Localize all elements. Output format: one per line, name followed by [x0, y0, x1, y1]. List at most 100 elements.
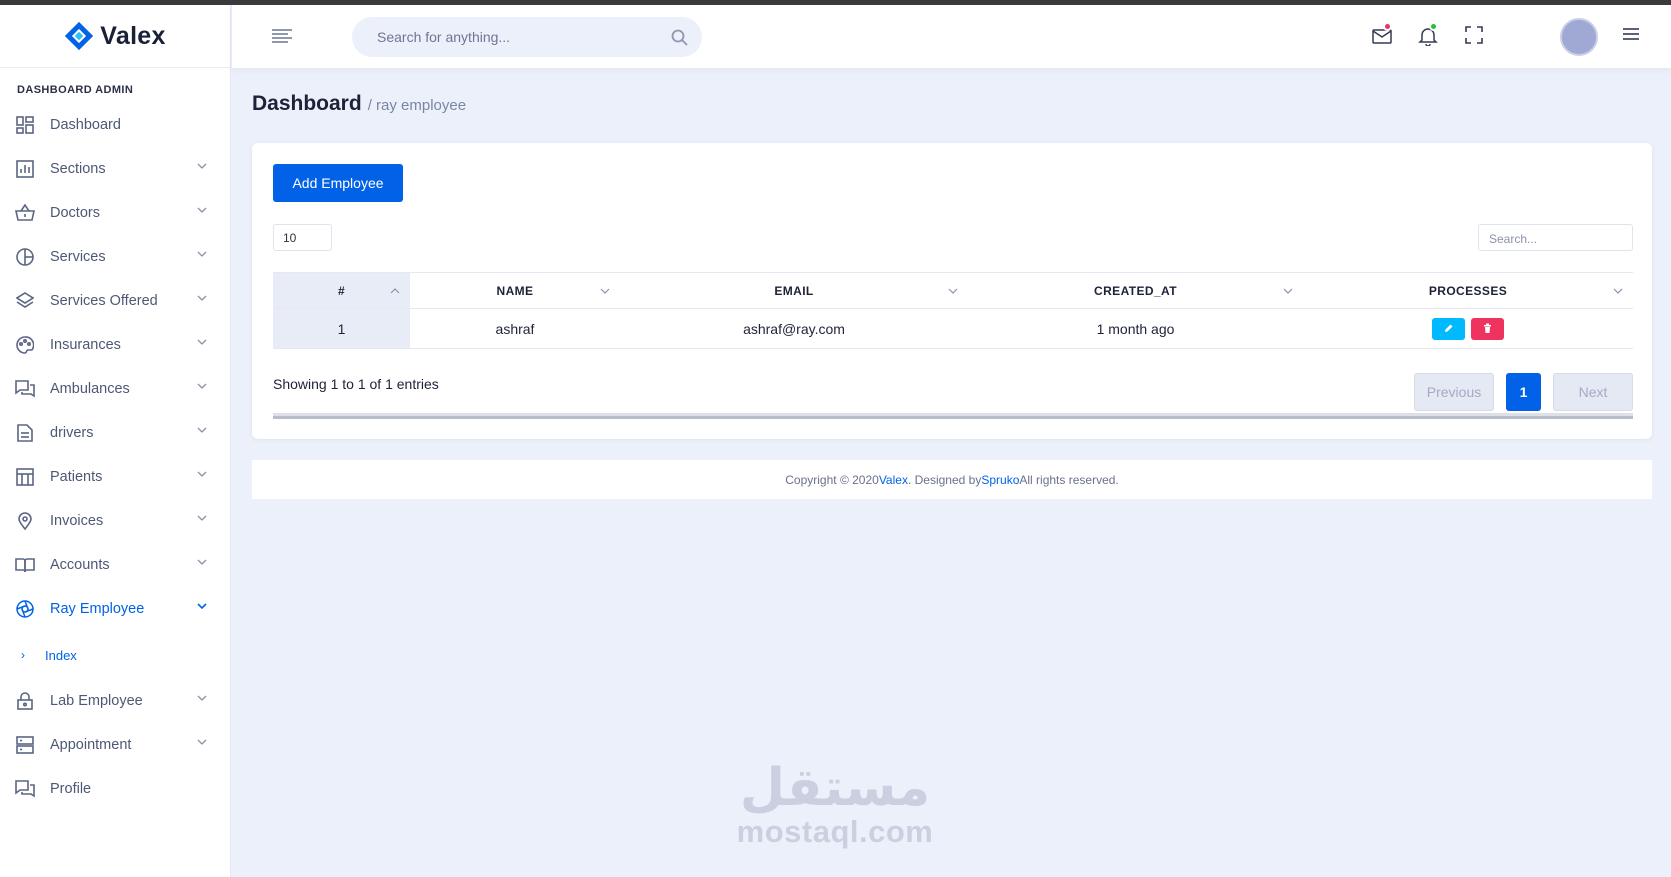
sidebar-item-ambulances[interactable]: Ambulances	[0, 367, 230, 411]
chevron-down-icon	[197, 339, 207, 345]
sidebar-item-insurances[interactable]: Insurances	[0, 323, 230, 367]
column-header-label: #	[337, 283, 346, 298]
sidebar-item-label: Profile	[50, 781, 92, 797]
sidebar-item-label: Lab Employee	[50, 693, 143, 709]
sidebar-item-services[interactable]: Services	[0, 235, 230, 279]
table-search-input[interactable]: Search...	[1478, 224, 1633, 251]
footer-copyright: Copyright © 2020	[785, 472, 879, 487]
user-avatar[interactable]	[1560, 18, 1598, 56]
column-header-created-at[interactable]: CREATED_AT	[968, 272, 1303, 309]
sort-asc-icon	[390, 288, 400, 294]
sidebar-item-services-offered[interactable]: Services Offered	[0, 279, 230, 323]
chat-icon	[15, 379, 35, 399]
watermark-arabic: مستقل	[739, 758, 931, 818]
sidebar-item-label: drivers	[50, 425, 94, 441]
column-header-label: EMAIL	[774, 283, 814, 298]
pagination-previous[interactable]: Previous	[1414, 373, 1494, 411]
mail-icon[interactable]	[1372, 22, 1392, 46]
horizontal-scrollbar[interactable]	[273, 413, 1633, 419]
sidebar-item-invoices[interactable]: Invoices	[0, 499, 230, 543]
sidebar-item-ray-employee[interactable]: Ray Employee	[0, 587, 230, 631]
sidebar-item-label: Doctors	[50, 205, 100, 221]
sidebar-item-label: Appointment	[50, 737, 132, 753]
book-icon	[15, 555, 35, 575]
palette-icon	[15, 335, 35, 355]
page-length-select[interactable]: 10	[273, 224, 332, 251]
breadcrumb: Dashboard / ray employee	[252, 92, 466, 116]
column-header-id[interactable]: #	[273, 272, 410, 309]
sidebar-item-doctors[interactable]: Doctors	[0, 191, 230, 235]
chevron-down-icon	[197, 739, 207, 745]
cell-id: 1	[273, 308, 410, 349]
chevron-down-icon	[197, 427, 207, 433]
footer-brand-link[interactable]: Valex	[879, 473, 908, 487]
table-icon	[15, 467, 35, 487]
trash-icon	[1483, 323, 1491, 333]
brand-logo[interactable]: Valex	[0, 5, 230, 68]
chevron-down-icon	[197, 295, 207, 301]
sidebar: Valex DASHBOARD ADMIN Dashboard Sections…	[0, 5, 231, 877]
column-header-label: CREATED_AT	[1094, 283, 1177, 298]
chevron-down-icon	[197, 603, 207, 610]
employees-table: # NAME EMAIL CREATED_AT PROCESSES 1 ashr…	[273, 272, 1633, 349]
pagination-page-1[interactable]: 1	[1506, 373, 1541, 411]
chevron-down-icon	[197, 515, 207, 521]
basket-icon	[15, 203, 35, 223]
sidebar-item-patients[interactable]: Patients	[0, 455, 230, 499]
map-pin-icon	[15, 511, 35, 531]
sidebar-item-label: Patients	[50, 469, 103, 485]
sidebar-item-label: Services Offered	[50, 293, 158, 309]
menu-toggle-icon[interactable]	[272, 29, 292, 43]
add-employee-button[interactable]: Add Employee	[273, 164, 403, 202]
sidebar-item-drivers[interactable]: drivers	[0, 411, 230, 455]
sidebar-item-label: Ambulances	[50, 381, 130, 397]
sidebar-item-appointment[interactable]: Appointment	[0, 723, 230, 767]
sidebar-subitem-index[interactable]: › Index	[0, 631, 230, 679]
chevron-down-icon	[197, 163, 207, 169]
sidebar-item-label: Services	[50, 249, 106, 265]
column-header-processes[interactable]: PROCESSES	[1303, 272, 1633, 309]
layers-icon	[15, 291, 35, 311]
footer-designed-by: . Designed by	[907, 472, 982, 487]
sidebar-item-sections[interactable]: Sections	[0, 147, 230, 191]
watermark: مستقل mostaql.com	[730, 760, 940, 848]
bell-notification-dot	[1429, 22, 1438, 31]
chat-icon	[15, 779, 35, 799]
employees-card: Add Employee 10 Search... # NAME EMAIL C…	[252, 143, 1652, 439]
sidebar-item-label: Sections	[50, 161, 106, 177]
sidebar-item-label: Ray Employee	[50, 601, 145, 617]
table-header-row: # NAME EMAIL CREATED_AT PROCESSES	[273, 272, 1633, 309]
chevron-down-icon	[197, 251, 207, 257]
sidebar-item-profile[interactable]: Profile	[0, 767, 230, 811]
chevron-down-icon	[197, 207, 207, 213]
search-icon[interactable]	[671, 29, 688, 46]
footer-designer-link[interactable]: Spruko	[981, 473, 1019, 487]
chevron-right-icon: ›	[21, 648, 25, 662]
pagination-next[interactable]: Next	[1553, 373, 1633, 411]
sort-desc-icon	[948, 288, 958, 294]
document-icon	[15, 423, 35, 443]
bar-chart-icon	[15, 159, 35, 179]
chevron-down-icon	[197, 695, 207, 701]
sidebar-item-label: Invoices	[50, 513, 104, 529]
header-search-input[interactable]: Search for anything...	[352, 17, 702, 57]
sidebar-item-dashboard[interactable]: Dashboard	[0, 103, 230, 147]
bell-icon[interactable]	[1418, 22, 1438, 47]
column-header-email[interactable]: EMAIL	[620, 272, 968, 309]
column-header-name[interactable]: NAME	[410, 272, 620, 309]
sidebar-item-accounts[interactable]: Accounts	[0, 543, 230, 587]
top-header: Search for anything...	[232, 5, 1671, 68]
fullscreen-icon[interactable]	[1465, 26, 1485, 46]
chevron-down-icon	[197, 559, 207, 565]
sidebar-subitem-label: Index	[45, 647, 77, 663]
sidebar-item-label: Dashboard	[50, 117, 121, 133]
sidebar-right-toggle-icon[interactable]	[1622, 26, 1642, 46]
search-placeholder: Search for anything...	[377, 29, 511, 45]
sidebar-item-lab-employee[interactable]: Lab Employee	[0, 679, 230, 723]
delete-button[interactable]	[1470, 317, 1504, 340]
sort-desc-icon	[1283, 288, 1293, 294]
lock-icon	[15, 691, 35, 711]
edit-button[interactable]	[1432, 317, 1466, 340]
page-footer: Copyright © 2020 Valex . Designed by Spr…	[252, 460, 1652, 499]
mail-notification-dot	[1383, 22, 1392, 31]
